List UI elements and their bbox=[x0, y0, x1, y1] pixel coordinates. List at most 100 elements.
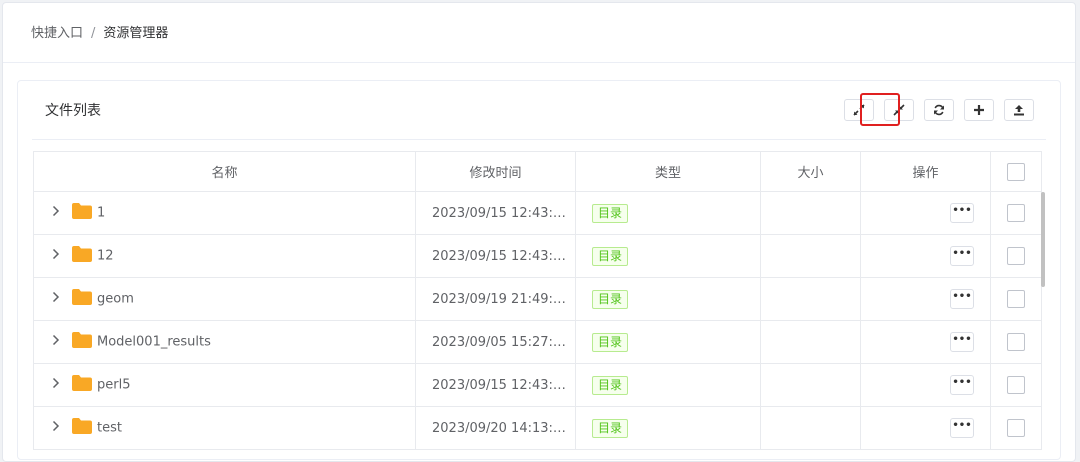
file-name[interactable]: geom bbox=[97, 292, 134, 307]
name-cell: test bbox=[33, 406, 416, 450]
type-tag: 目录 bbox=[592, 246, 629, 266]
name-cell: 1 bbox=[33, 191, 416, 235]
type-cell: 目录 bbox=[575, 277, 761, 321]
actions-cell: ••• bbox=[860, 363, 991, 407]
file-name[interactable]: 1 bbox=[97, 206, 105, 221]
modified-cell: 2023/09/15 12:43:… bbox=[415, 234, 576, 278]
expand-button[interactable] bbox=[844, 99, 874, 121]
name-cell: 12 bbox=[33, 234, 416, 278]
row-checkbox[interactable] bbox=[1007, 333, 1025, 351]
breadcrumb-root-link[interactable]: 快捷入口 bbox=[31, 26, 83, 41]
row-checkbox[interactable] bbox=[1007, 290, 1025, 308]
row-checkbox[interactable] bbox=[1007, 419, 1025, 437]
table-row[interactable]: Model001_results 2023/09/05 15:27:… 目录 ••• bbox=[33, 320, 1042, 364]
type-tag: 目录 bbox=[592, 289, 629, 309]
size-cell bbox=[760, 406, 861, 450]
table-row[interactable]: 1 2023/09/15 12:43:… 目录 ••• bbox=[33, 191, 1042, 235]
refresh-icon bbox=[934, 104, 944, 116]
type-tag: 目录 bbox=[592, 332, 629, 352]
file-name[interactable]: perl5 bbox=[97, 378, 130, 393]
header-select-all bbox=[990, 151, 1042, 192]
size-cell bbox=[760, 363, 861, 407]
breadcrumb-separator: / bbox=[91, 26, 96, 41]
type-tag: 目录 bbox=[592, 203, 629, 223]
chevron-right-icon[interactable] bbox=[52, 334, 62, 350]
more-actions-button[interactable]: ••• bbox=[950, 289, 974, 309]
expand-icon bbox=[853, 104, 865, 116]
table-row[interactable]: perl5 2023/09/15 12:43:… 目录 ••• bbox=[33, 363, 1042, 407]
panel-title: 文件列表 bbox=[45, 103, 101, 119]
row-checkbox[interactable] bbox=[1007, 204, 1025, 222]
more-actions-button[interactable]: ••• bbox=[950, 418, 974, 438]
select-cell bbox=[990, 406, 1042, 450]
refresh-button[interactable] bbox=[924, 99, 954, 121]
more-actions-button[interactable]: ••• bbox=[950, 203, 974, 223]
size-cell bbox=[760, 277, 861, 321]
modified-cell: 2023/09/20 14:13:… bbox=[415, 406, 576, 450]
chevron-right-icon[interactable] bbox=[52, 420, 62, 436]
select-cell bbox=[990, 277, 1042, 321]
type-cell: 目录 bbox=[575, 234, 761, 278]
breadcrumb: 快捷入口 / 资源管理器 bbox=[31, 25, 168, 43]
modified-cell: 2023/09/05 15:27:… bbox=[415, 320, 576, 364]
folder-icon bbox=[72, 332, 92, 352]
type-cell: 目录 bbox=[575, 191, 761, 235]
type-cell: 目录 bbox=[575, 406, 761, 450]
file-name[interactable]: 12 bbox=[97, 249, 114, 264]
actions-cell: ••• bbox=[860, 191, 991, 235]
table-row[interactable]: test 2023/09/20 14:13:… 目录 ••• bbox=[33, 406, 1042, 450]
plus-icon bbox=[974, 105, 984, 115]
header-size[interactable]: 大小 bbox=[760, 151, 861, 192]
more-actions-button[interactable]: ••• bbox=[950, 332, 974, 352]
chevron-right-icon[interactable] bbox=[52, 377, 62, 393]
row-checkbox[interactable] bbox=[1007, 376, 1025, 394]
chevron-right-icon[interactable] bbox=[52, 205, 62, 221]
header-actions: 操作 bbox=[860, 151, 991, 192]
breadcrumb-current: 资源管理器 bbox=[103, 26, 169, 41]
row-checkbox[interactable] bbox=[1007, 247, 1025, 265]
folder-icon bbox=[72, 418, 92, 438]
name-cell: perl5 bbox=[33, 363, 416, 407]
actions-cell: ••• bbox=[860, 406, 991, 450]
chevron-right-icon[interactable] bbox=[52, 248, 62, 264]
modified-cell: 2023/09/19 21:49:… bbox=[415, 277, 576, 321]
header-divider bbox=[3, 62, 1075, 63]
select-cell bbox=[990, 363, 1042, 407]
type-cell: 目录 bbox=[575, 320, 761, 364]
chevron-right-icon[interactable] bbox=[52, 291, 62, 307]
size-cell bbox=[760, 320, 861, 364]
table-row[interactable]: 12 2023/09/15 12:43:… 目录 ••• bbox=[33, 234, 1042, 278]
file-name[interactable]: test bbox=[97, 421, 122, 436]
upload-button[interactable] bbox=[1004, 99, 1034, 121]
panel-divider bbox=[32, 139, 1046, 140]
type-tag: 目录 bbox=[592, 375, 629, 395]
select-cell bbox=[990, 234, 1042, 278]
vertical-scrollbar[interactable] bbox=[1041, 192, 1045, 287]
header-name[interactable]: 名称 bbox=[33, 151, 416, 192]
size-cell bbox=[760, 191, 861, 235]
select-cell bbox=[990, 191, 1042, 235]
modified-cell: 2023/09/15 12:43:… bbox=[415, 191, 576, 235]
type-tag: 目录 bbox=[592, 418, 629, 438]
select-all-checkbox[interactable] bbox=[1007, 162, 1025, 181]
folder-icon bbox=[72, 375, 92, 395]
file-table: 名称 修改时间 类型 大小 操作 1 2023/09/15 12:43:… 目录 ••… bbox=[33, 151, 1042, 450]
header-modified[interactable]: 修改时间 bbox=[415, 151, 576, 192]
more-actions-button[interactable]: ••• bbox=[950, 375, 974, 395]
name-cell: geom bbox=[33, 277, 416, 321]
folder-icon bbox=[72, 289, 92, 309]
folder-icon bbox=[72, 246, 92, 266]
modified-cell: 2023/09/15 12:43:… bbox=[415, 363, 576, 407]
name-cell: Model001_results bbox=[33, 320, 416, 364]
type-cell: 目录 bbox=[575, 363, 761, 407]
folder-icon bbox=[72, 203, 92, 223]
table-row[interactable]: geom 2023/09/19 21:49:… 目录 ••• bbox=[33, 277, 1042, 321]
collapse-button[interactable] bbox=[884, 99, 914, 121]
more-actions-button[interactable]: ••• bbox=[950, 246, 974, 266]
add-button[interactable] bbox=[964, 99, 994, 121]
file-name[interactable]: Model001_results bbox=[97, 335, 211, 350]
actions-cell: ••• bbox=[860, 277, 991, 321]
collapse-icon bbox=[893, 104, 905, 116]
select-cell bbox=[990, 320, 1042, 364]
header-type[interactable]: 类型 bbox=[575, 151, 761, 192]
